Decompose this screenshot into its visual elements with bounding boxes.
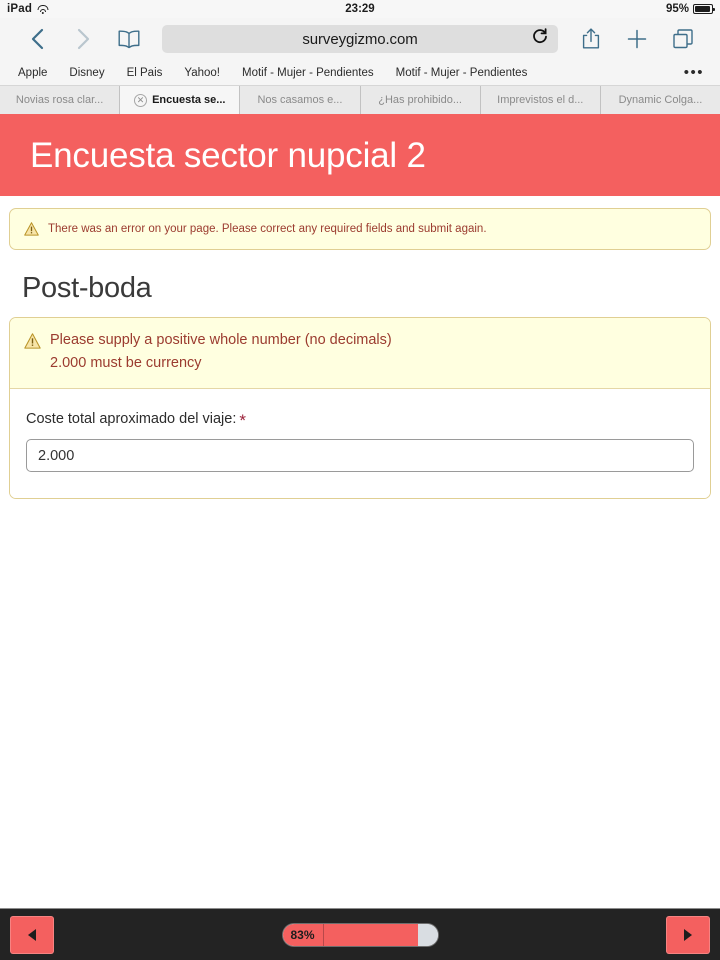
triangle-left-icon (28, 928, 36, 941)
bookmark-el-pais[interactable]: El Pais (116, 67, 174, 79)
tab-label: Encuesta se... (152, 94, 226, 106)
battery-percent-label: 95% (665, 3, 689, 15)
progress-fill (323, 923, 419, 946)
show-tabs-button[interactable] (660, 20, 706, 58)
question-card: Please supply a positive whole number (n… (9, 317, 711, 500)
bookmarks-bar: Apple Disney El Pais Yahoo! Motif - Muje… (0, 60, 720, 86)
question-body: Coste total aproximado del viaje: * (10, 389, 710, 499)
back-button[interactable] (14, 20, 60, 58)
bookmark-apple[interactable]: Apple (14, 67, 58, 79)
web-page-content: Encuesta sector nupcial 2 There was an e… (0, 114, 720, 876)
triangle-right-icon (684, 928, 692, 941)
page-title: Encuesta sector nupcial 2 (30, 135, 426, 175)
plus-icon (626, 28, 648, 50)
required-asterisk: * (239, 411, 246, 431)
address-bar[interactable]: surveygizmo.com (162, 25, 558, 53)
ipad-safari-screen: iPad 23:29 95% surveygizmo.com Apple Dis… (0, 0, 720, 960)
tabs-icon (672, 28, 694, 50)
tab-label: Dynamic Colga... (618, 94, 703, 106)
bookmark-motif-2[interactable]: Motif - Mujer - Pendientes (385, 67, 539, 79)
survey-header-banner: Encuesta sector nupcial 2 (0, 114, 720, 196)
new-tab-button[interactable] (614, 20, 660, 58)
tab-label: ¿Has prohibido... (378, 94, 462, 106)
bookmarks-button[interactable] (106, 20, 152, 58)
bookmark-motif-1[interactable]: Motif - Mujer - Pendientes (231, 67, 385, 79)
tab-nos-casamos[interactable]: Nos casamos e... (240, 86, 361, 114)
tab-encuesta-active[interactable]: ✕ Encuesta se... (120, 86, 241, 114)
bookmark-disney[interactable]: Disney (58, 67, 115, 79)
reload-icon[interactable] (532, 28, 548, 50)
progress-percent-label: 83% (282, 923, 324, 946)
tab-imprevistos[interactable]: Imprevistos el d... (480, 86, 601, 114)
warning-triangle-icon (24, 222, 39, 236)
forward-button[interactable] (60, 20, 106, 58)
url-text: surveygizmo.com (302, 30, 418, 48)
status-bar-right: 95% (665, 3, 716, 15)
question-error-messages: Please supply a positive whole number (n… (50, 331, 392, 373)
progress-track (323, 923, 438, 946)
question-error-line-1: Please supply a positive whole number (n… (50, 332, 392, 348)
previous-page-button[interactable] (10, 915, 54, 954)
share-button[interactable] (568, 20, 614, 58)
question-label-row: Coste total aproximado del viaje: * (26, 411, 694, 431)
tab-strip: Novias rosa clar... ✕ Encuesta se... Nos… (0, 86, 720, 114)
book-icon (117, 29, 141, 49)
tab-label: Novias rosa clar... (15, 94, 104, 106)
question-error-block: Please supply a positive whole number (n… (10, 318, 710, 390)
chevron-right-icon (76, 27, 91, 51)
chevron-left-icon (30, 27, 45, 51)
survey-bottom-nav: 83% (0, 908, 720, 960)
warning-triangle-icon (24, 333, 41, 349)
tab-label: Imprevistos el d... (497, 94, 584, 106)
ios-status-bar: iPad 23:29 95% (0, 0, 720, 18)
device-name: iPad (7, 3, 33, 15)
status-bar-clock: 23:29 (345, 3, 375, 15)
safari-toolbar: surveygizmo.com (0, 18, 720, 60)
global-error-message: There was an error on your page. Please … (48, 223, 487, 235)
question-error-line-2: 2.000 must be currency (50, 355, 202, 372)
bookmarks-overflow-button[interactable]: ••• (684, 65, 706, 80)
tab-dynamic-colga[interactable]: Dynamic Colga... (600, 86, 720, 114)
coste-total-input[interactable] (26, 439, 694, 473)
global-error-alert: There was an error on your page. Please … (9, 208, 711, 250)
bookmark-yahoo[interactable]: Yahoo! (173, 67, 231, 79)
survey-progress-bar: 83% (282, 923, 438, 946)
next-page-button[interactable] (666, 915, 710, 954)
section-title: Post-boda (22, 272, 152, 304)
question-label: Coste total aproximado del viaje: (26, 411, 237, 428)
close-icon[interactable]: ✕ (134, 93, 148, 107)
share-icon (581, 27, 601, 51)
wifi-icon (37, 4, 49, 14)
tab-has-prohibido[interactable]: ¿Has prohibido... (360, 86, 481, 114)
tab-label: Nos casamos e... (257, 94, 343, 106)
tab-novias-rosa[interactable]: Novias rosa clar... (0, 86, 121, 114)
status-bar-left: iPad (7, 3, 49, 15)
battery-icon (693, 4, 716, 14)
